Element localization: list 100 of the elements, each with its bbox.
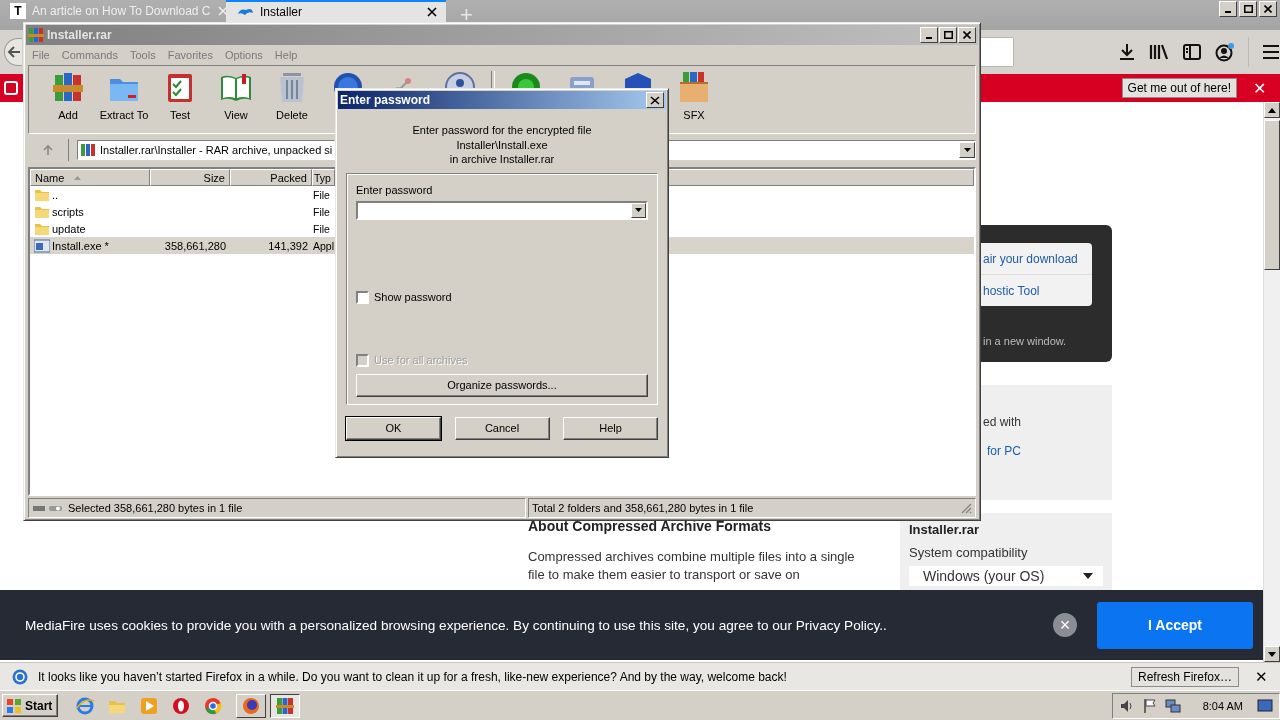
cookie-text: MediaFire uses cookies to provide you with a personalized browsing experience. By continuing to use this site, you agree to our Privacy Policy.. <box>25 617 887 633</box>
get-out-button[interactable]: Get me out of here! <box>1121 78 1237 98</box>
status-text: Selected 358,661,280 bytes in 1 file <box>68 502 243 514</box>
firefox-icon <box>242 696 261 715</box>
scroll-up-icon <box>1268 107 1276 113</box>
archive-icon <box>28 27 44 43</box>
status-text: Total 2 folders and 358,661,280 bytes in 1 file <box>532 502 754 514</box>
file-name: Installer.rar <box>909 522 981 537</box>
close-icon <box>963 31 971 39</box>
toolbar-button[interactable]: Delete <box>264 71 320 121</box>
close-button[interactable] <box>1259 1 1277 17</box>
refresh-button[interactable]: Refresh Firefox… <box>1130 666 1239 687</box>
card-link[interactable]: for PC <box>987 444 1021 458</box>
close-button[interactable]: ✕ <box>1255 667 1268 686</box>
file-name: Install.exe * <box>52 239 109 252</box>
close-button[interactable] <box>646 92 664 108</box>
toolbar-button[interactable]: View <box>208 71 264 121</box>
close-button[interactable] <box>958 27 976 43</box>
archive-icon <box>80 142 96 157</box>
start-button[interactable]: Start <box>2 694 59 717</box>
tab-title: An article on How To Download C <box>32 4 211 18</box>
file-row[interactable]: Install.exe * <box>30 237 150 254</box>
maximize-button[interactable] <box>1239 1 1257 17</box>
accept-button[interactable]: I Accept <box>1097 601 1253 649</box>
file-row[interactable]: .. <box>30 186 150 203</box>
minimize-button[interactable] <box>920 27 938 43</box>
toolbar-button[interactable]: Add <box>40 71 96 121</box>
column-header[interactable]: Size <box>150 169 230 186</box>
file-row[interactable]: update <box>30 220 150 237</box>
box-icon <box>678 71 710 103</box>
dialog-button[interactable]: OK <box>346 416 441 440</box>
dialog-message: Enter password for the encrypted file <box>411 123 593 138</box>
toolbar-icon <box>52 71 84 103</box>
sidebar-icon[interactable] <box>1182 43 1202 61</box>
size-cell: 358,661,280 <box>150 237 230 254</box>
browser-tab[interactable]: T An article on How To Download C <box>0 0 226 22</box>
drive-icon <box>32 503 64 513</box>
dropdown-arrow-icon <box>963 147 971 152</box>
close-icon[interactable] <box>426 6 438 18</box>
card-text: ed with <box>983 415 1023 429</box>
info-icon <box>12 668 28 685</box>
compat-label: System compatibility <box>909 545 1029 560</box>
article-paragraph: Compressed archives combine multiple files into a single file to make them easier to transport or save on <box>528 548 856 584</box>
file-row[interactable]: scripts <box>30 203 150 220</box>
address-field[interactable] <box>981 37 1014 67</box>
network-icon[interactable] <box>1164 697 1181 714</box>
article-heading: About Compressed Archive Formats <box>528 518 772 534</box>
maximize-icon <box>1243 5 1253 13</box>
windows-logo-icon <box>6 697 22 714</box>
toolbar-button[interactable]: Test <box>152 71 208 121</box>
resize-grip-icon[interactable] <box>960 502 972 514</box>
packed-cell: 141,392 <box>230 237 312 254</box>
tab-title: Installer <box>260 5 304 19</box>
chrome-icon[interactable] <box>204 696 223 715</box>
account-icon[interactable] <box>1215 42 1235 62</box>
library-icon[interactable] <box>1149 43 1169 61</box>
menu-icon[interactable] <box>1262 44 1280 60</box>
sidebar-note: in a new window. <box>982 334 1068 347</box>
toolbar-button[interactable]: SFX <box>666 71 722 121</box>
toolbar-button[interactable]: Extract To <box>96 71 152 121</box>
dropdown-arrow-icon <box>635 208 642 212</box>
minimize-button[interactable] <box>1219 1 1237 17</box>
dialog-message: in archive Installer.rar <box>448 152 556 167</box>
download-icon[interactable] <box>1118 43 1136 61</box>
close-icon <box>1264 5 1272 13</box>
os-select[interactable]: Windows (your OS) <box>909 566 1103 586</box>
dialog-button[interactable]: Cancel <box>454 416 550 440</box>
opera-icon[interactable] <box>172 696 191 715</box>
badge-icon <box>4 81 18 95</box>
back-arrow-icon <box>6 45 21 59</box>
dropdown-button[interactable] <box>959 141 975 158</box>
window-title: Installer.rar <box>47 28 112 42</box>
column-header[interactable]: Name <box>30 169 150 186</box>
maximize-icon <box>943 31 953 39</box>
taskbar-window-button[interactable] <box>270 693 301 718</box>
close-button[interactable]: ✕ <box>1253 78 1266 98</box>
show-desktop-icon[interactable] <box>1257 698 1273 713</box>
sidebar-link[interactable]: air your download <box>981 243 1092 274</box>
column-header[interactable]: Packed <box>230 169 312 186</box>
organize-button[interactable]: Organize passwords... <box>356 373 648 397</box>
path-field[interactable]: Installer.rar\Installer - RAR archive, unpacked si <box>77 139 336 160</box>
checkbox[interactable] <box>356 290 369 304</box>
archive-icon <box>276 696 295 715</box>
column-header[interactable]: Typ <box>312 169 335 186</box>
site-favicon: T <box>10 3 26 19</box>
scroll-down-icon <box>1268 651 1276 657</box>
back-button[interactable] <box>4 38 23 66</box>
checkbox-label: Show password <box>374 291 452 303</box>
dialog-title: Enter password <box>340 93 431 107</box>
dialog-button[interactable]: Help <box>563 416 658 440</box>
flag-icon[interactable] <box>1142 697 1157 714</box>
sort-arrow-icon <box>74 175 82 180</box>
file-name: .. <box>52 188 59 201</box>
file-name: update <box>52 222 86 235</box>
maximize-button[interactable] <box>939 27 957 43</box>
scrollbar[interactable] <box>1263 102 1280 662</box>
browser-tab[interactable]: Installer <box>226 0 446 22</box>
type-cell-text: File <box>312 187 331 203</box>
password-field[interactable] <box>356 200 648 220</box>
browser-icon[interactable] <box>76 696 95 715</box>
